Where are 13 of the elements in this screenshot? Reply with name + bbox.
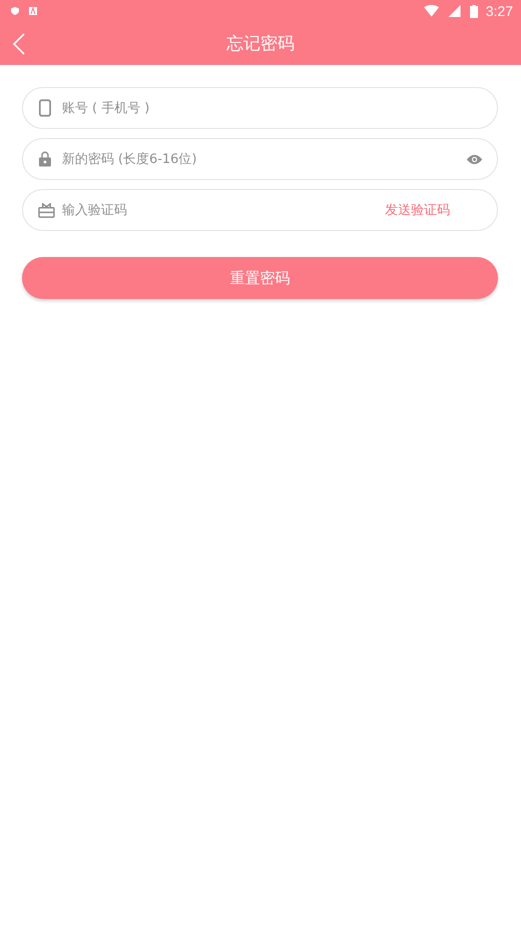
battery-icon [470, 4, 478, 18]
reset-password-button[interactable]: 重置密码 [22, 257, 498, 299]
signal-icon [446, 5, 462, 17]
send-code-link[interactable]: 发送验证码 [385, 201, 450, 219]
status-time: 3:27 [486, 3, 513, 19]
back-icon[interactable] [13, 32, 25, 54]
input-field[interactable]: 新的密码 (长度6-16位) [22, 138, 498, 180]
notification-icon [28, 6, 38, 16]
screen-title: 忘记密码 [226, 33, 294, 55]
input-field[interactable]: 账号 ( 手机号 ) [22, 87, 498, 129]
wifi-icon [424, 5, 439, 17]
shield-icon [10, 6, 20, 16]
eye-icon[interactable] [466, 154, 483, 165]
